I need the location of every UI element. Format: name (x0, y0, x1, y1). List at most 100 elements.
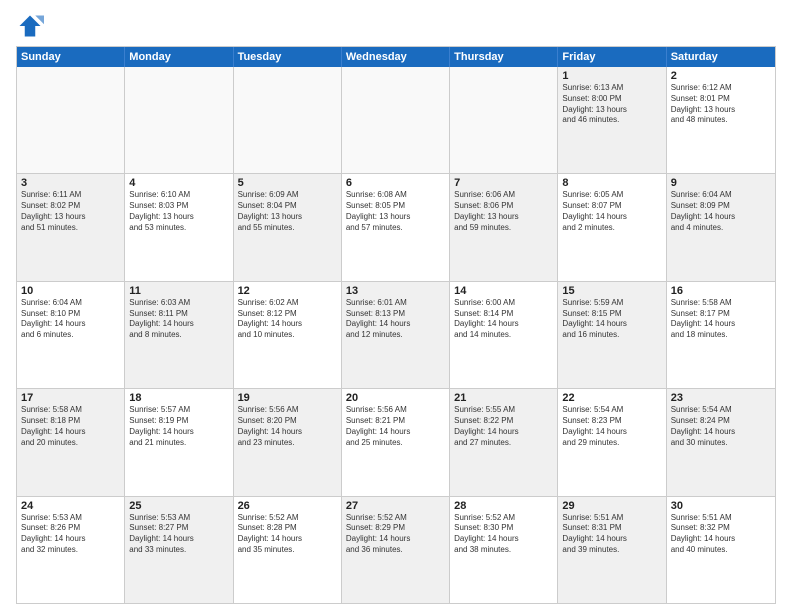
header (16, 12, 776, 40)
day-number: 25 (129, 500, 228, 512)
cal-cell-19: 19Sunrise: 5:56 AM Sunset: 8:20 PM Dayli… (234, 389, 342, 495)
cal-cell-9: 9Sunrise: 6:04 AM Sunset: 8:09 PM Daylig… (667, 174, 775, 280)
cal-cell-25: 25Sunrise: 5:53 AM Sunset: 8:27 PM Dayli… (125, 497, 233, 603)
day-info: Sunrise: 6:00 AM Sunset: 8:14 PM Dayligh… (454, 298, 553, 341)
day-number: 9 (671, 177, 771, 189)
day-number: 23 (671, 392, 771, 404)
day-info: Sunrise: 5:56 AM Sunset: 8:20 PM Dayligh… (238, 405, 337, 448)
day-info: Sunrise: 5:52 AM Sunset: 8:28 PM Dayligh… (238, 513, 337, 556)
day-info: Sunrise: 5:52 AM Sunset: 8:30 PM Dayligh… (454, 513, 553, 556)
day-number: 8 (562, 177, 661, 189)
day-number: 28 (454, 500, 553, 512)
cal-cell-11: 11Sunrise: 6:03 AM Sunset: 8:11 PM Dayli… (125, 282, 233, 388)
cal-cell-17: 17Sunrise: 5:58 AM Sunset: 8:18 PM Dayli… (17, 389, 125, 495)
day-number: 16 (671, 285, 771, 297)
cal-header-friday: Friday (558, 47, 666, 67)
day-info: Sunrise: 5:58 AM Sunset: 8:18 PM Dayligh… (21, 405, 120, 448)
cal-row-3: 17Sunrise: 5:58 AM Sunset: 8:18 PM Dayli… (17, 389, 775, 496)
logo (16, 12, 48, 40)
day-number: 11 (129, 285, 228, 297)
day-number: 10 (21, 285, 120, 297)
day-info: Sunrise: 6:06 AM Sunset: 8:06 PM Dayligh… (454, 190, 553, 233)
day-number: 29 (562, 500, 661, 512)
day-info: Sunrise: 5:53 AM Sunset: 8:27 PM Dayligh… (129, 513, 228, 556)
cal-cell-16: 16Sunrise: 5:58 AM Sunset: 8:17 PM Dayli… (667, 282, 775, 388)
cal-cell-empty-0-2 (234, 67, 342, 173)
day-info: Sunrise: 5:53 AM Sunset: 8:26 PM Dayligh… (21, 513, 120, 556)
cal-cell-18: 18Sunrise: 5:57 AM Sunset: 8:19 PM Dayli… (125, 389, 233, 495)
calendar-body: 1Sunrise: 6:13 AM Sunset: 8:00 PM Daylig… (17, 67, 775, 603)
day-info: Sunrise: 6:13 AM Sunset: 8:00 PM Dayligh… (562, 83, 661, 126)
day-number: 27 (346, 500, 445, 512)
cal-cell-1: 1Sunrise: 6:13 AM Sunset: 8:00 PM Daylig… (558, 67, 666, 173)
cal-row-4: 24Sunrise: 5:53 AM Sunset: 8:26 PM Dayli… (17, 497, 775, 603)
cal-cell-10: 10Sunrise: 6:04 AM Sunset: 8:10 PM Dayli… (17, 282, 125, 388)
day-number: 30 (671, 500, 771, 512)
day-number: 15 (562, 285, 661, 297)
calendar: SundayMondayTuesdayWednesdayThursdayFrid… (16, 46, 776, 604)
cal-row-2: 10Sunrise: 6:04 AM Sunset: 8:10 PM Dayli… (17, 282, 775, 389)
cal-cell-29: 29Sunrise: 5:51 AM Sunset: 8:31 PM Dayli… (558, 497, 666, 603)
cal-header-wednesday: Wednesday (342, 47, 450, 67)
day-info: Sunrise: 6:03 AM Sunset: 8:11 PM Dayligh… (129, 298, 228, 341)
cal-cell-23: 23Sunrise: 5:54 AM Sunset: 8:24 PM Dayli… (667, 389, 775, 495)
cal-cell-6: 6Sunrise: 6:08 AM Sunset: 8:05 PM Daylig… (342, 174, 450, 280)
day-info: Sunrise: 6:04 AM Sunset: 8:09 PM Dayligh… (671, 190, 771, 233)
cal-cell-21: 21Sunrise: 5:55 AM Sunset: 8:22 PM Dayli… (450, 389, 558, 495)
cal-cell-24: 24Sunrise: 5:53 AM Sunset: 8:26 PM Dayli… (17, 497, 125, 603)
cal-header-thursday: Thursday (450, 47, 558, 67)
day-number: 5 (238, 177, 337, 189)
day-info: Sunrise: 5:57 AM Sunset: 8:19 PM Dayligh… (129, 405, 228, 448)
day-number: 3 (21, 177, 120, 189)
cal-cell-7: 7Sunrise: 6:06 AM Sunset: 8:06 PM Daylig… (450, 174, 558, 280)
cal-cell-empty-0-3 (342, 67, 450, 173)
cal-row-0: 1Sunrise: 6:13 AM Sunset: 8:00 PM Daylig… (17, 67, 775, 174)
day-number: 1 (562, 70, 661, 82)
day-number: 24 (21, 500, 120, 512)
day-info: Sunrise: 6:09 AM Sunset: 8:04 PM Dayligh… (238, 190, 337, 233)
day-info: Sunrise: 5:55 AM Sunset: 8:22 PM Dayligh… (454, 405, 553, 448)
cal-header-saturday: Saturday (667, 47, 775, 67)
cal-cell-empty-0-1 (125, 67, 233, 173)
day-number: 2 (671, 70, 771, 82)
cal-cell-13: 13Sunrise: 6:01 AM Sunset: 8:13 PM Dayli… (342, 282, 450, 388)
day-info: Sunrise: 5:58 AM Sunset: 8:17 PM Dayligh… (671, 298, 771, 341)
page: SundayMondayTuesdayWednesdayThursdayFrid… (0, 0, 792, 612)
day-number: 17 (21, 392, 120, 404)
day-number: 7 (454, 177, 553, 189)
cal-header-tuesday: Tuesday (234, 47, 342, 67)
day-info: Sunrise: 6:12 AM Sunset: 8:01 PM Dayligh… (671, 83, 771, 126)
logo-icon (16, 12, 44, 40)
day-number: 4 (129, 177, 228, 189)
day-number: 12 (238, 285, 337, 297)
day-info: Sunrise: 5:56 AM Sunset: 8:21 PM Dayligh… (346, 405, 445, 448)
day-info: Sunrise: 5:51 AM Sunset: 8:32 PM Dayligh… (671, 513, 771, 556)
cal-cell-empty-0-4 (450, 67, 558, 173)
cal-header-monday: Monday (125, 47, 233, 67)
day-info: Sunrise: 6:01 AM Sunset: 8:13 PM Dayligh… (346, 298, 445, 341)
day-info: Sunrise: 6:02 AM Sunset: 8:12 PM Dayligh… (238, 298, 337, 341)
day-info: Sunrise: 6:08 AM Sunset: 8:05 PM Dayligh… (346, 190, 445, 233)
day-info: Sunrise: 6:05 AM Sunset: 8:07 PM Dayligh… (562, 190, 661, 233)
cal-cell-2: 2Sunrise: 6:12 AM Sunset: 8:01 PM Daylig… (667, 67, 775, 173)
calendar-header: SundayMondayTuesdayWednesdayThursdayFrid… (17, 47, 775, 67)
cal-cell-3: 3Sunrise: 6:11 AM Sunset: 8:02 PM Daylig… (17, 174, 125, 280)
cal-cell-15: 15Sunrise: 5:59 AM Sunset: 8:15 PM Dayli… (558, 282, 666, 388)
day-info: Sunrise: 5:51 AM Sunset: 8:31 PM Dayligh… (562, 513, 661, 556)
day-number: 20 (346, 392, 445, 404)
day-number: 19 (238, 392, 337, 404)
day-number: 22 (562, 392, 661, 404)
day-info: Sunrise: 5:54 AM Sunset: 8:23 PM Dayligh… (562, 405, 661, 448)
day-number: 6 (346, 177, 445, 189)
cal-row-1: 3Sunrise: 6:11 AM Sunset: 8:02 PM Daylig… (17, 174, 775, 281)
cal-cell-22: 22Sunrise: 5:54 AM Sunset: 8:23 PM Dayli… (558, 389, 666, 495)
day-info: Sunrise: 6:11 AM Sunset: 8:02 PM Dayligh… (21, 190, 120, 233)
day-number: 26 (238, 500, 337, 512)
cal-cell-12: 12Sunrise: 6:02 AM Sunset: 8:12 PM Dayli… (234, 282, 342, 388)
cal-cell-8: 8Sunrise: 6:05 AM Sunset: 8:07 PM Daylig… (558, 174, 666, 280)
cal-header-sunday: Sunday (17, 47, 125, 67)
cal-cell-14: 14Sunrise: 6:00 AM Sunset: 8:14 PM Dayli… (450, 282, 558, 388)
day-info: Sunrise: 6:10 AM Sunset: 8:03 PM Dayligh… (129, 190, 228, 233)
day-info: Sunrise: 6:04 AM Sunset: 8:10 PM Dayligh… (21, 298, 120, 341)
cal-cell-28: 28Sunrise: 5:52 AM Sunset: 8:30 PM Dayli… (450, 497, 558, 603)
